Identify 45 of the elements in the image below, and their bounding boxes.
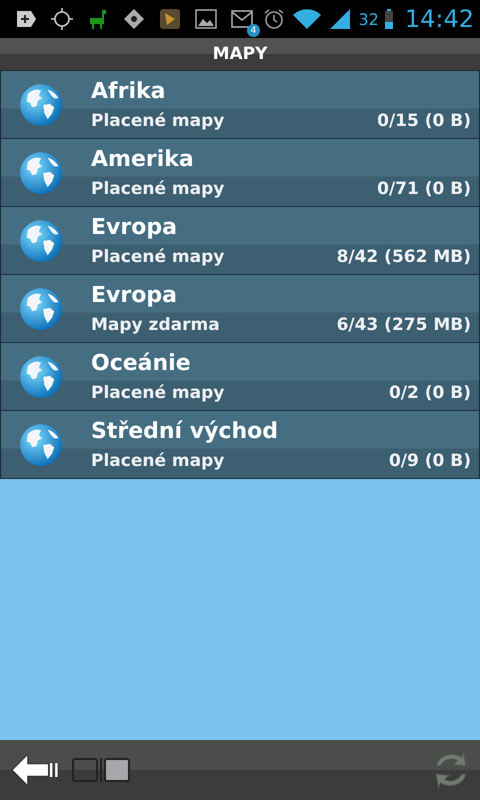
app-icon: [158, 7, 182, 31]
map-region-item[interactable]: Amerika Placené mapy 0/71 (0 B): [0, 139, 480, 207]
region-name: Evropa: [91, 282, 178, 308]
map-region-item[interactable]: Střední východ Placené mapy 0/9 (0 B): [0, 411, 480, 479]
map-type: Mapy zdarma: [91, 314, 220, 334]
signal-icon: [328, 7, 352, 31]
clock-time: 14:42: [404, 5, 474, 33]
image-icon: [194, 7, 218, 31]
map-count: 6/43 (275 MB): [336, 314, 471, 334]
region-name: Evropa: [91, 214, 178, 240]
region-name: Afrika: [91, 78, 166, 104]
back-button[interactable]: [10, 751, 60, 789]
map-region-item[interactable]: Evropa Mapy zdarma 6/43 (275 MB): [0, 275, 480, 343]
map-type: Placené mapy: [91, 450, 224, 470]
region-name: Střední východ: [91, 418, 279, 444]
diamond-icon: [122, 7, 146, 31]
screen-title: MAPY: [212, 44, 268, 64]
mail-icon: [230, 7, 254, 31]
wifi-icon: [292, 7, 322, 31]
map-region-item[interactable]: Evropa Placené mapy 8/42 (562 MB): [0, 207, 480, 275]
map-type: Placené mapy: [91, 382, 224, 402]
map-region-item[interactable]: Oceánie Placené mapy 0/2 (0 B): [0, 343, 480, 411]
alarm-icon: [262, 7, 286, 31]
region-name: Oceánie: [91, 350, 192, 376]
map-count: 8/42 (562 MB): [336, 246, 471, 266]
map-type: Placené mapy: [91, 178, 224, 198]
notification-badge: 4: [247, 24, 260, 37]
globe-icon: [19, 82, 63, 126]
map-count: 0/15 (0 B): [377, 110, 471, 130]
map-type: Placené mapy: [91, 246, 224, 266]
map-type: Placené mapy: [91, 110, 224, 130]
page-indicator[interactable]: [104, 758, 130, 782]
globe-icon: [19, 354, 63, 398]
battery-icon: [384, 9, 393, 29]
region-name: Amerika: [91, 146, 195, 172]
map-count: 0/71 (0 B): [377, 178, 471, 198]
globe-icon: [19, 218, 63, 262]
map-count: 0/9 (0 B): [388, 450, 471, 470]
map-count: 0/2 (0 B): [388, 382, 471, 402]
map-region-item[interactable]: Afrika Placené mapy 0/15 (0 B): [0, 70, 480, 139]
globe-icon: [19, 422, 63, 466]
crosshair-icon: [50, 7, 74, 31]
globe-icon: [19, 286, 63, 330]
globe-icon: [19, 150, 63, 194]
battery-level: 32: [358, 10, 379, 28]
